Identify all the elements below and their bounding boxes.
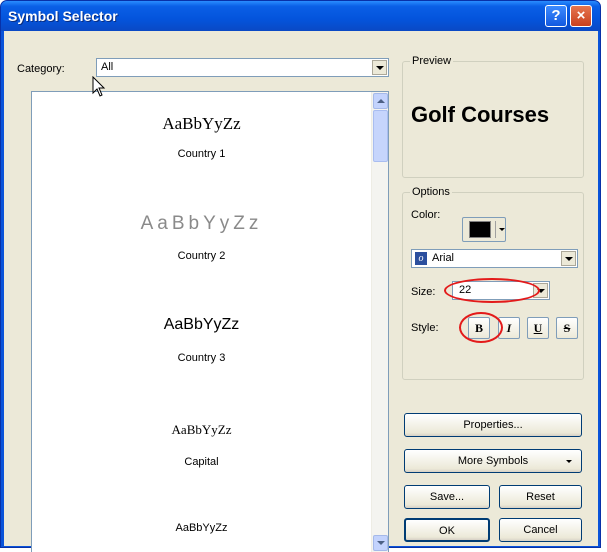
more-symbols-button[interactable]: More Symbols (404, 449, 582, 473)
symbol-item-country-3[interactable]: AaBbYyZz Country 3 (32, 316, 371, 364)
scroll-down-icon[interactable] (373, 535, 388, 551)
symbol-item-5[interactable]: AaBbYyZz (32, 522, 371, 534)
color-picker-button[interactable] (462, 217, 506, 242)
symbol-sample: AaBbYyZz (140, 213, 263, 234)
bold-highlight-annotation (459, 312, 503, 343)
preview-text: Golf Courses (411, 102, 550, 127)
symbol-list-scrollbar[interactable] (371, 92, 388, 552)
symbol-name: Country 1 (177, 148, 226, 160)
window-title: Symbol Selector (8, 8, 118, 24)
options-label: Options (410, 186, 452, 198)
cancel-button[interactable]: Cancel (499, 518, 582, 542)
symbol-name: Country 3 (177, 352, 226, 364)
font-value: Arial (432, 252, 455, 264)
symbol-sample: AaBbYyZz (171, 422, 232, 437)
symbol-sample: AaBbYyZz (162, 114, 241, 133)
help-button[interactable]: ? (545, 5, 567, 27)
dialog-body: Category: All AaBbYyZz Country 1 AaBbYyZ… (4, 31, 598, 552)
close-icon: × (576, 7, 586, 24)
symbol-list[interactable]: AaBbYyZz Country 1 AaBbYyZz Country 2 Aa… (31, 91, 389, 552)
properties-button[interactable]: Properties... (404, 413, 582, 437)
ok-button[interactable]: OK (404, 518, 490, 542)
chevron-down-icon[interactable] (372, 60, 387, 75)
symbol-item-capital[interactable]: AaBbYyZz Capital (32, 422, 371, 468)
title-bar[interactable]: Symbol Selector ? × (1, 1, 600, 31)
mouse-cursor-icon (92, 76, 106, 97)
size-highlight-annotation (444, 278, 540, 303)
symbol-item-country-2[interactable]: AaBbYyZz Country 2 (32, 213, 371, 262)
symbol-sample: AaBbYyZz (163, 316, 240, 333)
chevron-down-icon (499, 228, 505, 231)
symbol-name: Country 2 (177, 250, 226, 262)
underline-button[interactable]: U (527, 317, 549, 339)
color-label: Color: (411, 209, 441, 221)
scroll-up-icon[interactable] (373, 93, 388, 109)
preview-group: Preview Golf Courses (402, 55, 584, 178)
category-dropdown[interactable]: All (96, 58, 389, 77)
strikethrough-button[interactable]: S (556, 317, 578, 339)
category-label: Category: (17, 63, 65, 75)
opentype-font-icon: o (415, 252, 427, 265)
size-label: Size: (411, 286, 436, 298)
close-button[interactable]: × (570, 5, 592, 27)
more-symbols-label: More Symbols (457, 455, 529, 467)
symbol-item-country-1[interactable]: AaBbYyZz Country 1 (32, 114, 371, 160)
style-label: Style: (411, 322, 439, 334)
chevron-down-icon (566, 460, 572, 463)
help-icon: ? (551, 7, 561, 24)
options-group: Options Color: o Arial Size: 22 Style: B (402, 186, 584, 380)
color-divider (495, 221, 496, 238)
symbol-name: Capital (184, 456, 219, 468)
symbol-sample: AaBbYyZz (175, 522, 228, 534)
category-value: All (101, 61, 114, 73)
scroll-thumb[interactable] (373, 110, 388, 162)
font-dropdown[interactable]: o Arial (411, 249, 578, 268)
chevron-down-icon[interactable] (561, 251, 576, 266)
color-swatch (469, 221, 491, 238)
symbol-selector-window: Symbol Selector ? × Category: All AaBbYy… (0, 0, 601, 552)
preview-label: Preview (410, 55, 454, 67)
reset-button[interactable]: Reset (499, 485, 582, 509)
save-button[interactable]: Save... (404, 485, 490, 509)
